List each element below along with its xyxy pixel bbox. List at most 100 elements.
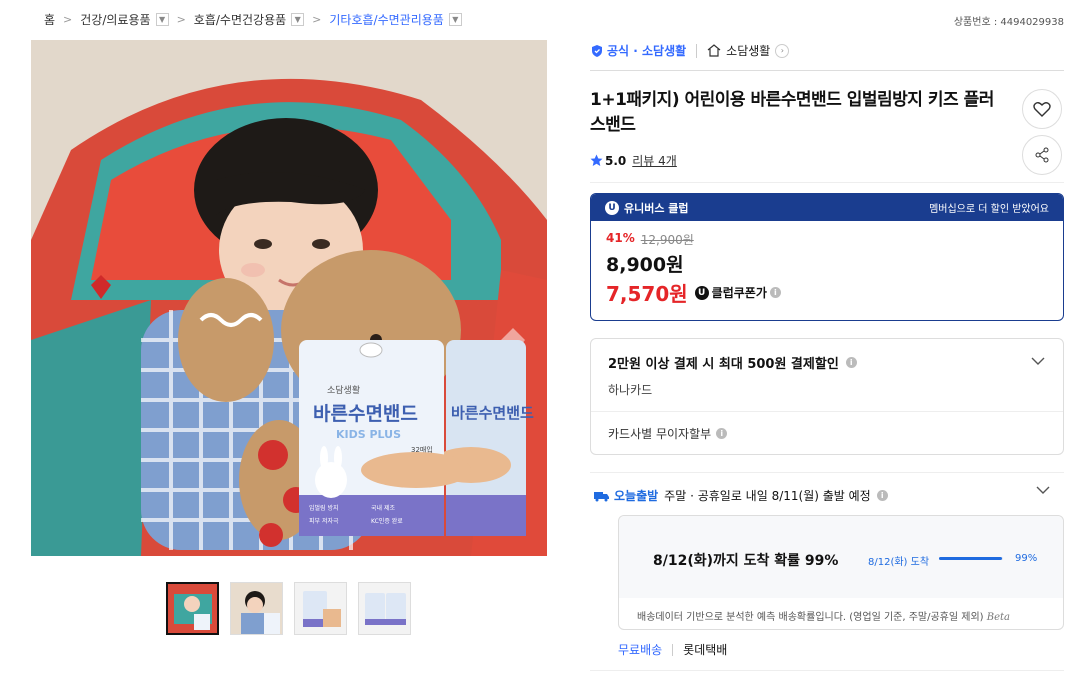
info-icon[interactable]: i [876, 490, 888, 501]
beta-label: Beta [986, 612, 1010, 623]
chevron-down-icon[interactable]: ▼ [448, 13, 462, 26]
breadcrumb-separator: > [312, 13, 322, 26]
original-price: 12,900원 [640, 233, 694, 247]
store-name: 소담생활 [726, 44, 771, 58]
thumbnail-3[interactable] [294, 582, 347, 635]
official-shield-icon [592, 44, 602, 57]
discount-rate: 41% [606, 231, 635, 245]
chevron-down-icon[interactable] [1031, 357, 1045, 366]
probability-bar-fill [939, 557, 1003, 560]
chevron-right-icon: › [775, 43, 790, 58]
payment-benefit-box: 2만원 이상 결제 시 최대 500원 결제할인 i 하나카드 카드사별 무이자… [590, 338, 1064, 455]
breadcrumb-category-1[interactable]: 건강/의료용품 ▼ [80, 11, 169, 28]
delivery-truck-icon [594, 491, 609, 501]
package-name: 바른수면밴드 [313, 403, 418, 425]
star-icon [590, 154, 603, 166]
package-feature-1: 입벌림 방지 [309, 504, 339, 512]
coupon-label[interactable]: U 클럽쿠폰가 i [694, 284, 781, 301]
club-promo[interactable]: 멤버십으로 더 할인 받았어요 [929, 200, 1049, 215]
product-photo: 바른수면밴드 소담생활 바른수면밴드 KIDS PLUS 32매입 입벌림 방지… [31, 40, 547, 556]
payment-discount-label: 2만원 이상 결제 시 최대 500원 결제할인 [608, 357, 839, 372]
today-delivery-badge: 오늘출발 [592, 487, 658, 504]
info-icon[interactable]: i [716, 428, 728, 439]
delivery-note: 배송데이터 기반으로 분석한 예측 배송확률입니다. (영업일 기준, 주말/공… [637, 608, 1010, 623]
divider [590, 70, 1064, 71]
breadcrumb-separator: > [176, 13, 186, 26]
breadcrumb-category-3-label[interactable]: 기타호흡/수면관리용품 [329, 11, 443, 28]
payment-discount-title: 2만원 이상 결제 시 최대 500원 결제할인 i [608, 353, 1046, 372]
store-link[interactable]: 소담생활 › [707, 42, 790, 59]
chevron-down-icon[interactable]: ▼ [291, 13, 305, 26]
chevron-down-icon[interactable] [1036, 486, 1050, 495]
club-body: 41% 12,900원 8,900원 7,570원 U 클럽쿠폰가 i [591, 221, 1063, 317]
heart-icon [1033, 102, 1051, 117]
breadcrumb-category-2[interactable]: 호흡/수면건강용품 ▼ [194, 11, 305, 28]
package-sub: KIDS PLUS [336, 428, 401, 441]
main-product-image[interactable]: 바른수면밴드 소담생활 바른수면밴드 KIDS PLUS 32매입 입벌림 방지… [31, 40, 547, 556]
rating-row: 5.0 리뷰 4개 [590, 152, 677, 169]
store-home-icon [707, 44, 721, 57]
arrival-date-label: 8/12(화) 도착 [868, 557, 930, 568]
shipping-row: 무료배송 롯데택배 [618, 641, 727, 658]
info-icon[interactable]: i [845, 357, 857, 368]
club-badge-icon: U [694, 285, 709, 300]
thumbnail-list [166, 582, 411, 635]
official-brand-link[interactable]: 공식 · 소담생활 [590, 42, 686, 59]
probability-bar [939, 557, 1003, 560]
divider [590, 670, 1064, 671]
breadcrumb-home-label[interactable]: 홈 [44, 11, 55, 28]
package-feature-2: 국내 제조 [371, 504, 395, 512]
thumbnail-1[interactable] [166, 582, 219, 635]
share-button[interactable] [1022, 135, 1062, 175]
product-title: 1+1패키지) 어린이용 바른수면밴드 입벌림방지 키즈 플러스밴드 [590, 90, 994, 135]
club-price-box: U 유니버스 클럽 멤버십으로 더 할인 받았어요 41% 12,900원 8,9… [590, 193, 1064, 321]
share-icon [1035, 147, 1049, 163]
delivery-row: 오늘출발 주말 · 공휴일로 내일 8/11(월) 출발 예정 i [592, 487, 888, 504]
breadcrumb-separator: > [63, 13, 73, 26]
breadcrumb-category-1-label[interactable]: 건강/의료용품 [80, 11, 150, 28]
delivery-probability-text: 8/12(화)까지 도착 확률 99% [653, 553, 839, 569]
club-badge-icon: U [605, 200, 619, 215]
info-icon[interactable]: i [769, 287, 781, 298]
delivery-probability-box: 8/12(화)까지 도착 확률 99% 8/12(화) 도착 99% 배송데이터… [618, 515, 1064, 630]
package-feature-4: KC인증 완료 [371, 517, 403, 525]
thumbnail-2[interactable] [230, 582, 283, 635]
package-feature-3: 피부 저자극 [309, 517, 339, 525]
payment-discount-section[interactable]: 2만원 이상 결제 시 최대 500원 결제할인 i 하나카드 [591, 339, 1063, 412]
club-header: U 유니버스 클럽 멤버십으로 더 할인 받았어요 [591, 194, 1063, 221]
installment-label: 카드사별 무이자할부 [608, 427, 712, 441]
sale-price: 8,900원 [606, 254, 684, 276]
installment-row[interactable]: 카드사별 무이자할부 i [591, 412, 1063, 455]
rating-score: 5.0 [605, 153, 627, 168]
today-delivery-label: 오늘출발 [614, 489, 659, 503]
chevron-down-icon[interactable]: ▼ [155, 13, 169, 26]
divider [590, 182, 1064, 183]
coupon-label-text: 클럽쿠폰가 [711, 286, 767, 300]
coupon-price: 7,570원 [606, 282, 688, 306]
breadcrumb-category-2-label[interactable]: 호흡/수면건강용품 [194, 11, 286, 28]
official-brand-label: 공식 · 소담생활 [607, 44, 687, 58]
breadcrumb: 홈 > 건강/의료용품 ▼ > 호흡/수면건강용품 ▼ > 기타호흡/수면관리용품 ▼ [44, 11, 462, 28]
discount-row: 41% 12,900원 [606, 231, 1048, 248]
breadcrumb-category-3[interactable]: 기타호흡/수면관리용품 ▼ [329, 11, 462, 28]
breadcrumb-home[interactable]: 홈 [44, 11, 55, 28]
thumbnail-4[interactable] [358, 582, 411, 635]
free-shipping-label: 무료배송 [618, 643, 663, 657]
package-brand: 소담생활 [327, 384, 360, 396]
payment-card: 하나카드 [608, 383, 653, 397]
divider [590, 472, 1064, 473]
wishlist-button[interactable] [1022, 89, 1062, 129]
delivery-text: 주말 · 공휴일로 내일 8/11(월) 출발 예정 [664, 489, 871, 503]
brand-row: 공식 · 소담생활 소담생활 › [590, 42, 790, 59]
probability-percent: 99% [1015, 553, 1038, 564]
product-number: 상품번호 : 4494029938 [953, 17, 1064, 28]
club-name-label: 유니버스 클럽 [624, 201, 689, 215]
carrier-name: 롯데택배 [683, 643, 728, 657]
package-back-name: 바른수면밴드 [451, 404, 534, 422]
club-name: U 유니버스 클럽 [605, 200, 689, 216]
divider [672, 643, 674, 656]
divider [696, 43, 698, 58]
coupon-price-row: 7,570원 U 클럽쿠폰가 i [606, 278, 1048, 307]
review-count-link[interactable]: 리뷰 4개 [632, 152, 677, 169]
delivery-note-text: 배송데이터 기반으로 분석한 예측 배송확률입니다. (영업일 기준, 주말/공… [637, 612, 984, 623]
